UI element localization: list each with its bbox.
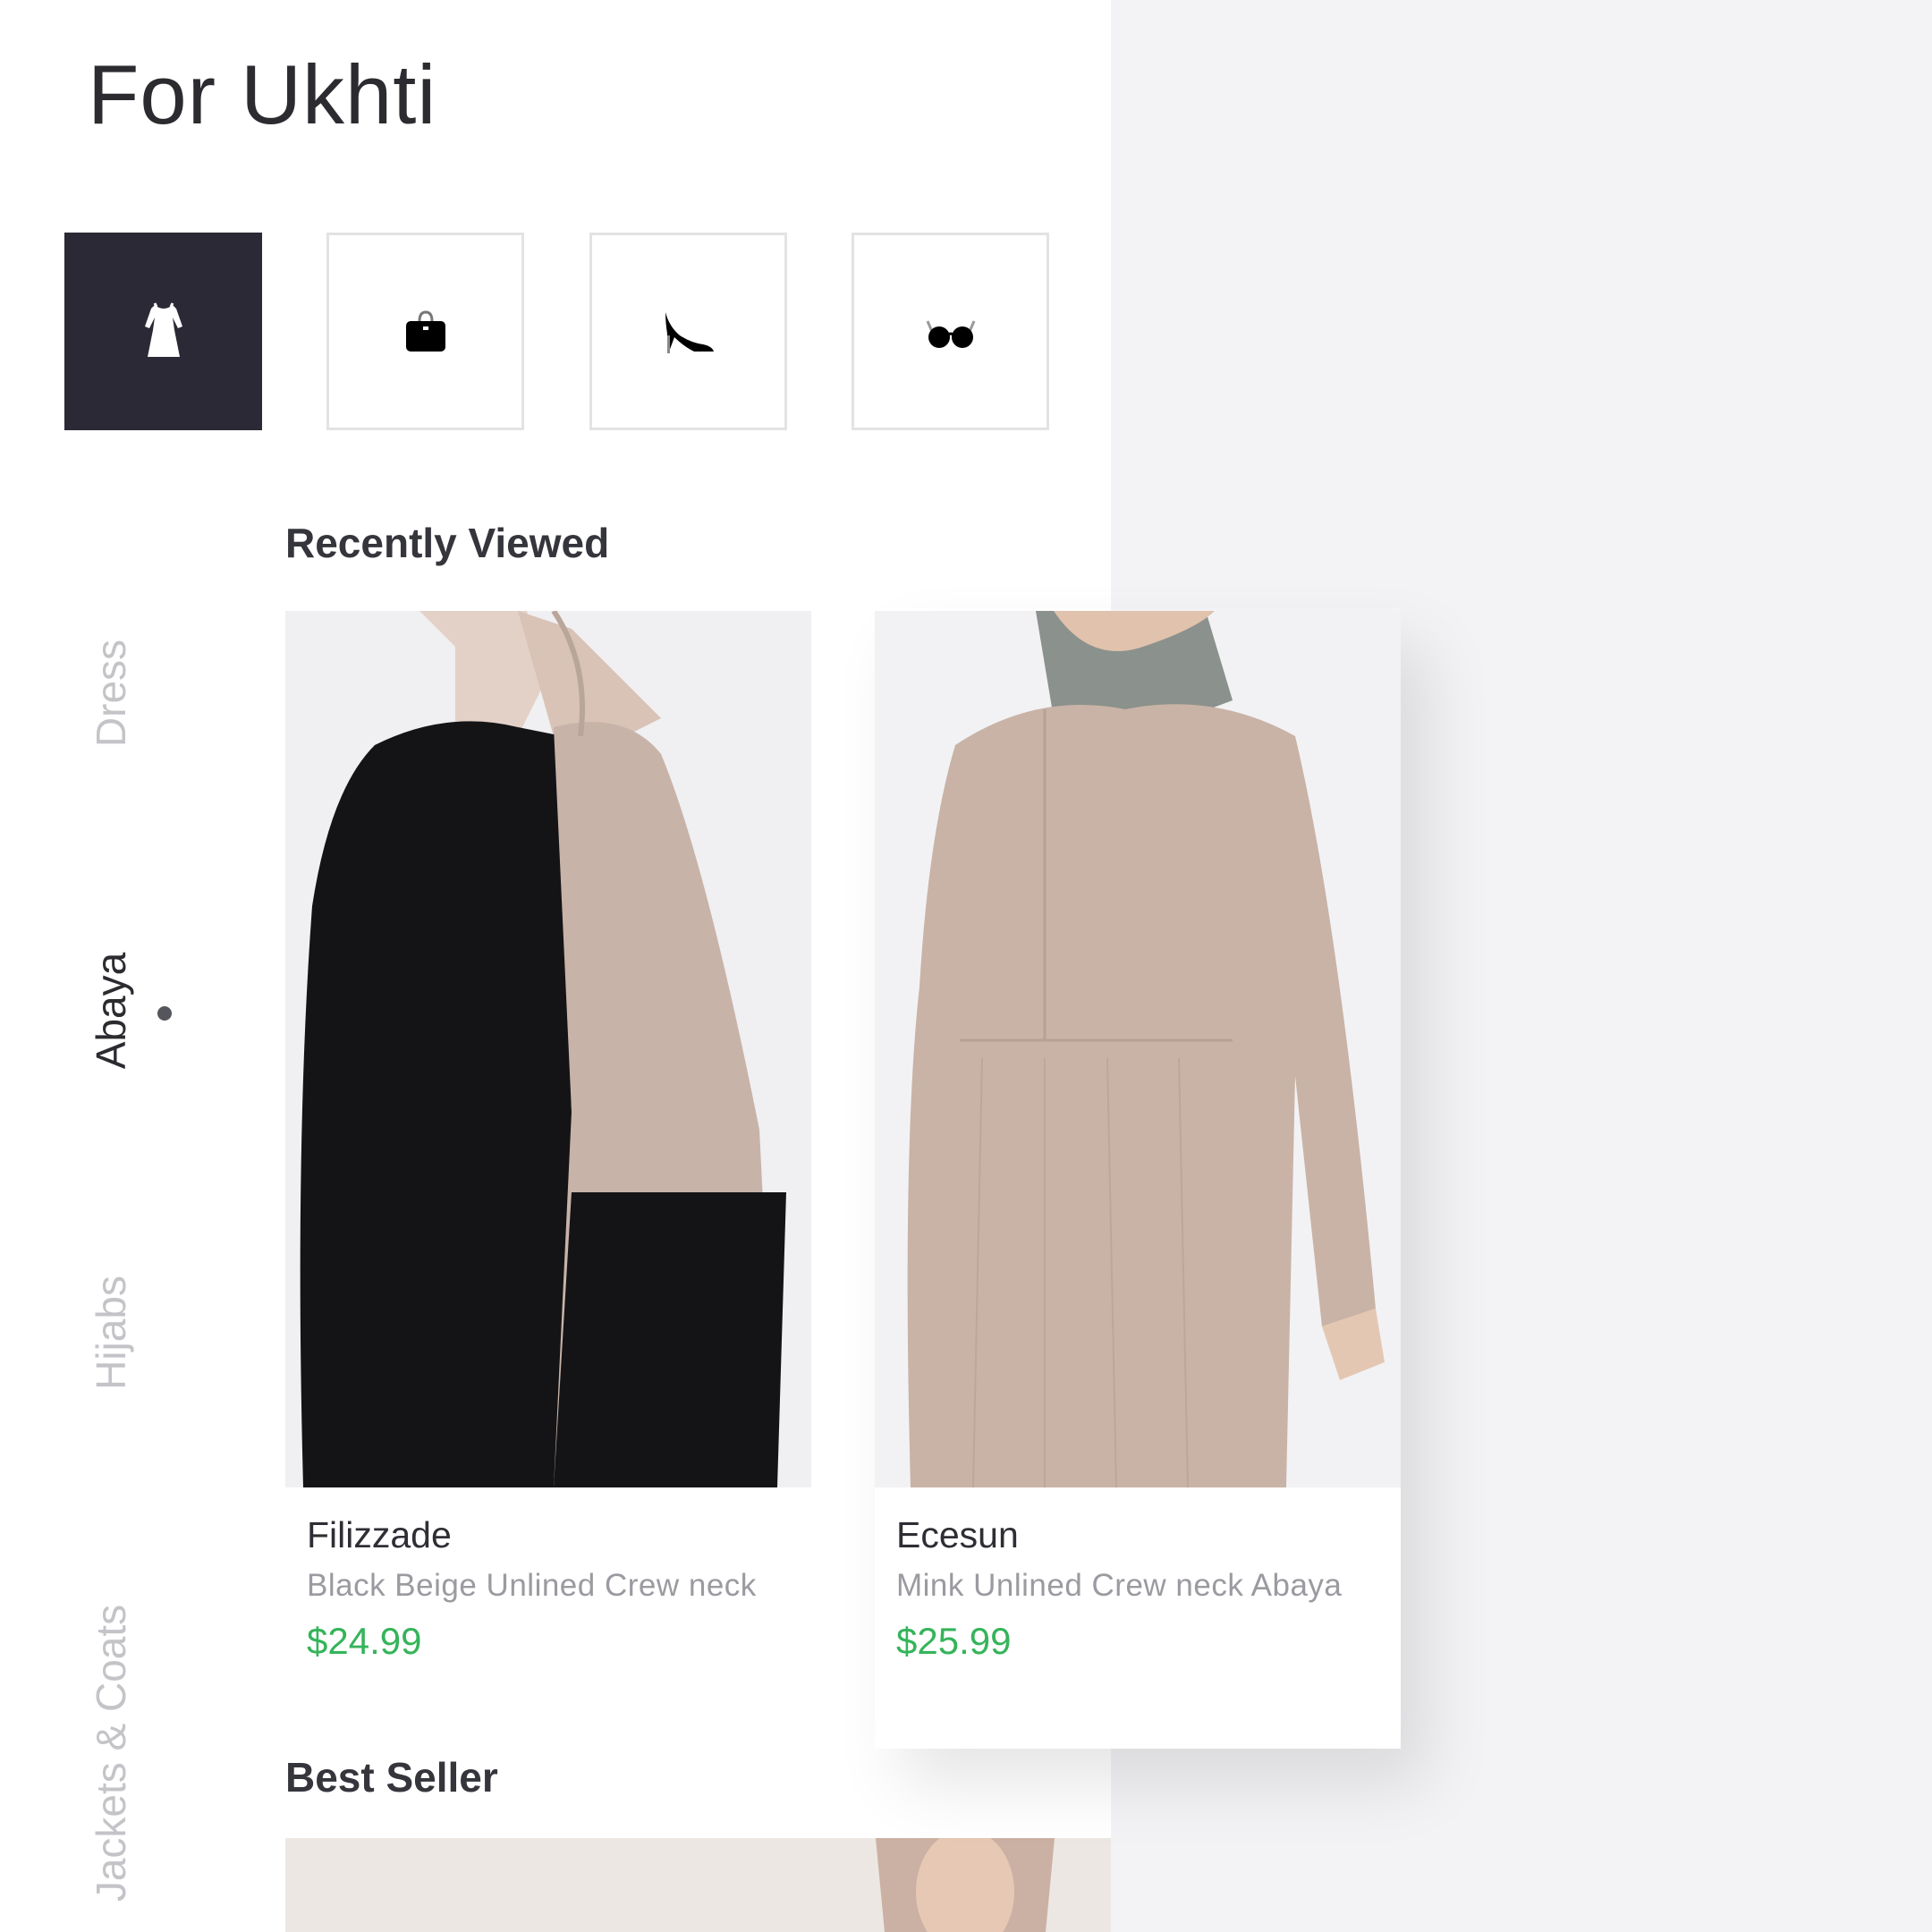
product-card-ecesun[interactable]: Ecesun Mink Unlined Crew neck Abaya $25.… bbox=[875, 1487, 1401, 1749]
active-indicator-dot bbox=[157, 1006, 172, 1021]
product-image[interactable] bbox=[875, 611, 1401, 1487]
high-heel-icon bbox=[665, 311, 714, 353]
product-brand: Filizzade bbox=[307, 1514, 452, 1555]
category-bag-button[interactable] bbox=[326, 233, 524, 430]
category-dress-button[interactable] bbox=[64, 233, 262, 430]
product-card-filizzade[interactable]: Filizzade Black Beige Unlined Crew neck … bbox=[285, 1487, 811, 1749]
side-nav-abaya[interactable]: Abaya bbox=[87, 953, 135, 1069]
side-nav-dress[interactable]: Dress bbox=[87, 640, 135, 747]
product-price: $24.99 bbox=[307, 1620, 422, 1662]
side-nav-jackets-coats[interactable]: Jackets & Coats bbox=[87, 1605, 135, 1902]
product-description: Mink Unlined Crew neck Abaya bbox=[896, 1568, 1343, 1603]
best-seller-title: Best Seller bbox=[285, 1754, 498, 1801]
page-title: For Ukhti bbox=[88, 47, 437, 141]
category-glasses-button[interactable] bbox=[852, 233, 1049, 430]
product-description: Black Beige Unlined Crew neck bbox=[307, 1568, 757, 1603]
recently-viewed-title: Recently Viewed bbox=[285, 520, 610, 566]
best-seller-image[interactable] bbox=[285, 1838, 1111, 1932]
product-price: $25.99 bbox=[896, 1620, 1012, 1662]
product-image[interactable] bbox=[285, 611, 811, 1487]
dress-icon bbox=[144, 301, 182, 357]
best-seller-photo bbox=[285, 1838, 1111, 1932]
product-brand: Ecesun bbox=[896, 1514, 1019, 1555]
sunglasses-icon bbox=[926, 319, 975, 348]
handbag-icon bbox=[405, 309, 445, 352]
category-shoes-button[interactable] bbox=[589, 233, 787, 430]
side-nav-hijabs[interactable]: Hijabs bbox=[87, 1275, 135, 1390]
